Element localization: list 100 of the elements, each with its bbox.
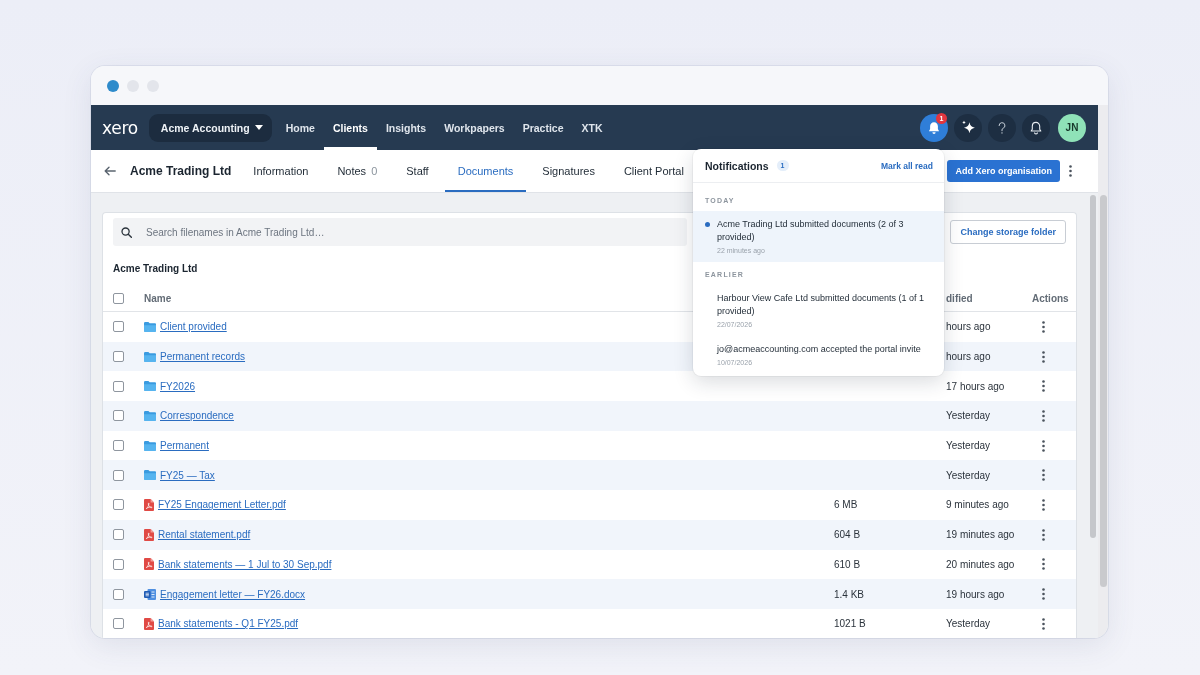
time-label: 9 minutes ago [946,499,1009,511]
file-link[interactable]: FY25 Engagement Letter.pdf [158,499,286,511]
checkbox[interactable] [113,380,124,392]
more-icon[interactable] [1042,498,1045,511]
nav-link[interactable]: Home [276,105,324,150]
file-link[interactable]: Client provided [160,321,227,333]
tab[interactable]: Documents [444,150,527,192]
notification-text: jo@acmeaccounting.com accepted the portal invite [717,343,921,356]
tab[interactable]: Signatures [529,150,608,192]
more-icon[interactable] [1042,439,1045,452]
time-label: 19 hours ago [946,588,1005,600]
folder-title: Acme Trading Ltd [113,262,198,276]
tab[interactable]: Client Portal [610,150,697,192]
checkbox[interactable] [113,588,124,600]
notification-text: Harbour View Cafe Ltd submitted documents (1 of 1 provided) [717,292,925,318]
checkbox[interactable] [113,529,124,541]
file-link[interactable]: Rental statement.pdf [158,529,251,541]
more-icon[interactable] [1042,350,1045,363]
file-link[interactable]: Engagement letter — FY26.docx [160,588,306,600]
time-label: Yesterday [946,469,991,481]
time-label: 20 minutes ago [946,558,1015,570]
search-icon [121,226,132,238]
notification-text: Acme Trading Ltd submitted documents (2 of 3 provided) [717,218,905,244]
checkbox[interactable] [113,469,124,481]
scrollbar-thumb[interactable] [1100,195,1107,587]
file-link[interactable]: FY2026 [160,380,196,392]
file-link[interactable]: Correspondence [160,410,234,422]
change-storage-folder-button[interactable]: Change storage folder [950,220,1066,244]
window-control-icon[interactable] [107,79,119,92]
pdf-file-icon [144,558,154,571]
logo[interactable]: xero [102,117,138,138]
more-icon[interactable] [1042,320,1045,333]
alerts-button[interactable] [1022,113,1050,142]
file-size: 1.4 KB [834,588,865,600]
panel-title: Notifications [705,159,769,172]
file-size: 1021 B [834,618,866,630]
tab[interactable]: Staff [393,150,442,192]
time-label: hours ago [946,321,991,333]
checkbox[interactable] [113,292,124,304]
more-icon[interactable] [1042,469,1045,482]
more-icon[interactable] [1042,380,1045,393]
user-avatar[interactable]: JN [1058,113,1086,142]
more-icon[interactable] [1042,558,1045,571]
checkbox[interactable] [113,321,124,333]
file-link[interactable]: Permanent [160,440,209,452]
folder-icon [144,351,156,362]
time-label: hours ago [946,351,991,363]
nav-link[interactable]: Clients [323,105,377,150]
client-name: Acme Trading Ltd [130,164,232,178]
more-icon[interactable] [1069,165,1072,177]
search-input[interactable]: Search filenames in Acme Trading Ltd… [146,226,679,238]
file-link[interactable]: Bank statements — 1 Jul to 30 Sep.pdf [158,558,332,570]
folder-icon [144,321,156,332]
file-link[interactable]: FY25 — Tax [160,469,215,481]
column-header: Actions [1032,292,1069,304]
checkbox[interactable] [113,410,124,422]
checkbox[interactable] [113,558,124,570]
scrollbar-thumb[interactable] [1090,195,1096,538]
bell-icon [928,120,940,135]
more-icon[interactable] [1042,528,1045,541]
checkbox[interactable] [113,440,124,452]
checkbox[interactable] [113,351,124,363]
nav-link[interactable]: Workpapers [435,105,514,150]
doc-file-icon [144,588,156,600]
checkbox[interactable] [113,499,124,511]
bell-icon [1030,120,1042,135]
nav-link[interactable]: Practice [513,105,573,150]
checkbox[interactable] [113,618,124,630]
column-header: dified [946,292,973,304]
column-header: Name [144,292,172,304]
caret-icon [254,125,263,130]
pdf-file-icon [144,498,154,511]
tab[interactable]: Notes 0 [324,150,391,192]
more-icon[interactable] [1042,409,1045,422]
file-link[interactable]: Permanent records [160,351,246,363]
scrollbar[interactable] [1098,105,1108,638]
mark-all-read-link[interactable]: Mark all read [881,160,933,171]
assistant-button[interactable] [954,113,982,142]
help-button[interactable] [988,113,1016,142]
folder-icon [144,470,156,481]
add-organisation-button[interactable]: Add Xero organisation [947,160,1060,182]
file-link[interactable]: Bank statements - Q1 FY25.pdf [158,618,299,630]
nav-link[interactable]: XTK [572,105,612,150]
more-icon[interactable] [1042,617,1045,630]
back-arrow-icon[interactable] [104,166,116,176]
unread-dot-icon [705,222,710,227]
file-size: 610 B [834,558,861,570]
tab[interactable]: Information [240,150,322,192]
more-icon[interactable] [1042,588,1045,601]
organisation-switcher[interactable]: Acme Accounting [148,113,272,142]
file-size: 604 B [834,529,861,541]
time-label: 19 minutes ago [946,529,1015,541]
search-field[interactable]: Search filenames in Acme Trading Ltd… [113,218,687,246]
time-label: 17 hours ago [946,380,1005,392]
nav-link[interactable]: Insights [376,105,436,150]
file-size: 6 MB [834,499,858,511]
folder-icon [144,410,156,421]
time-label: Yesterday [946,410,991,422]
time-label: Yesterday [946,440,991,452]
folder-icon [144,381,156,392]
